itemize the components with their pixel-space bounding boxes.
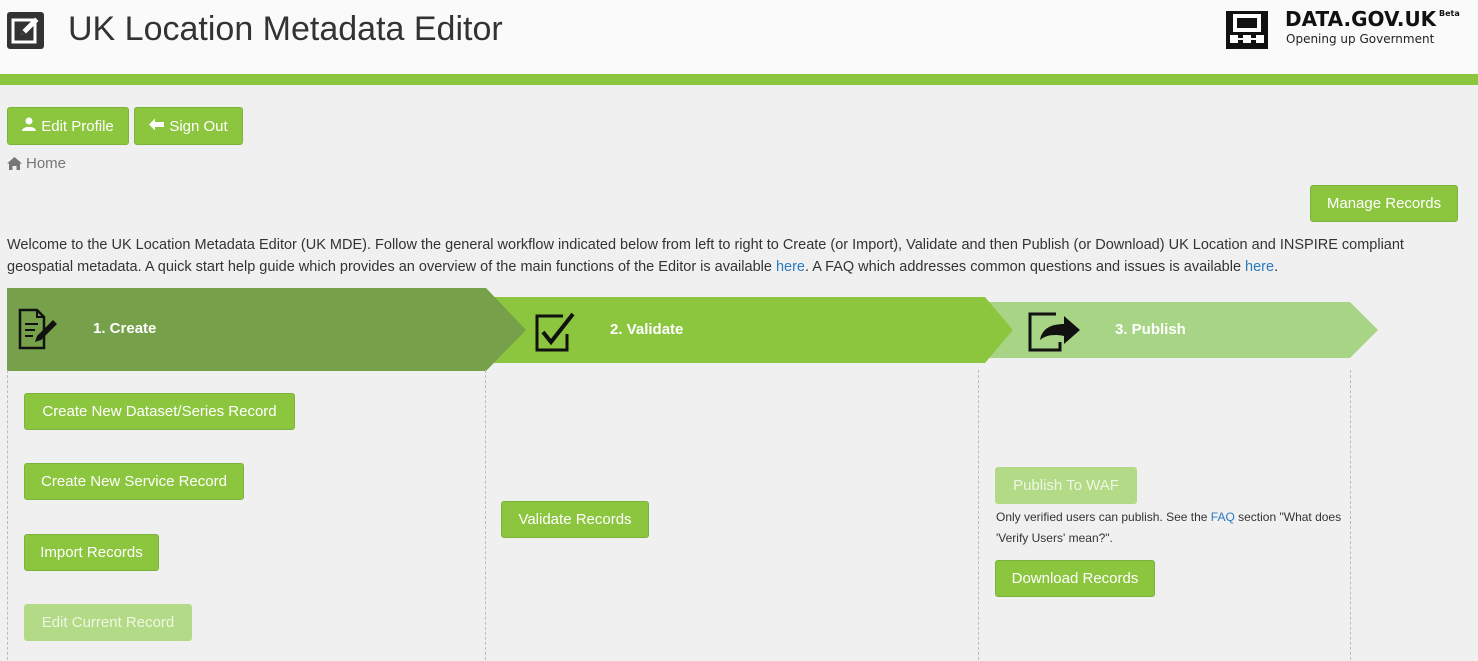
column-divider — [485, 370, 486, 661]
import-records-button[interactable]: Import Records — [24, 534, 159, 571]
edit-profile-button[interactable]: Edit Profile — [7, 107, 129, 145]
validate-records-button[interactable]: Validate Records — [501, 501, 649, 538]
document-edit-icon — [17, 308, 61, 357]
share-arrow-icon — [1026, 310, 1084, 359]
download-records-button[interactable]: Download Records — [995, 560, 1155, 597]
arrow-left-icon — [149, 118, 165, 135]
breadcrumb: Home — [7, 155, 66, 172]
intro-text-part: . — [1274, 259, 1279, 275]
user-icon — [22, 117, 37, 135]
header-accent-bar — [0, 74, 1478, 85]
data-gov-uk-logo[interactable] — [1226, 11, 1268, 49]
create-service-record-button[interactable]: Create New Service Record — [24, 463, 244, 500]
home-icon — [7, 157, 22, 170]
app-title: UK Location Metadata Editor — [68, 10, 503, 48]
stage-create-arrow — [7, 288, 526, 371]
sign-out-label: Sign Out — [169, 117, 228, 135]
stage-validate-label: 2. Validate — [610, 321, 684, 338]
edit-profile-label: Edit Profile — [41, 117, 114, 135]
intro-text-part: . A FAQ which addresses common questions… — [804, 259, 1246, 275]
create-dataset-series-record-button[interactable]: Create New Dataset/Series Record — [24, 393, 295, 430]
edit-current-record-button[interactable]: Edit Current Record — [24, 604, 192, 641]
publish-note-part: Only verified users can publish. See the — [996, 510, 1211, 524]
column-divider — [7, 370, 8, 661]
faq-link[interactable]: here — [1245, 259, 1274, 275]
sign-out-button[interactable]: Sign Out — [134, 107, 243, 145]
quick-start-guide-link[interactable]: here — [776, 259, 805, 275]
checkbox-check-icon — [533, 310, 579, 359]
breadcrumb-home[interactable]: Home — [26, 155, 66, 172]
publish-to-waf-button[interactable]: Publish To WAF — [995, 467, 1137, 504]
brand-name[interactable]: DATA.GOV.UK — [1285, 7, 1436, 31]
publish-note: Only verified users can publish. See the… — [996, 507, 1366, 549]
workflow-arrows — [7, 288, 1378, 371]
column-divider — [978, 370, 979, 661]
app-header: UK Location Metadata Editor DATA.GOV.UK … — [0, 0, 1478, 74]
intro-text: Welcome to the UK Location Metadata Edit… — [7, 234, 1467, 278]
brand-tagline: Opening up Government — [1286, 32, 1435, 46]
stage-publish-label: 3. Publish — [1115, 321, 1186, 338]
stage-create-label: 1. Create — [93, 320, 157, 337]
edit-square-icon — [7, 12, 44, 49]
manage-records-button[interactable]: Manage Records — [1310, 185, 1458, 222]
faq-inline-link[interactable]: FAQ — [1211, 510, 1235, 524]
beta-badge: Beta — [1439, 9, 1460, 18]
